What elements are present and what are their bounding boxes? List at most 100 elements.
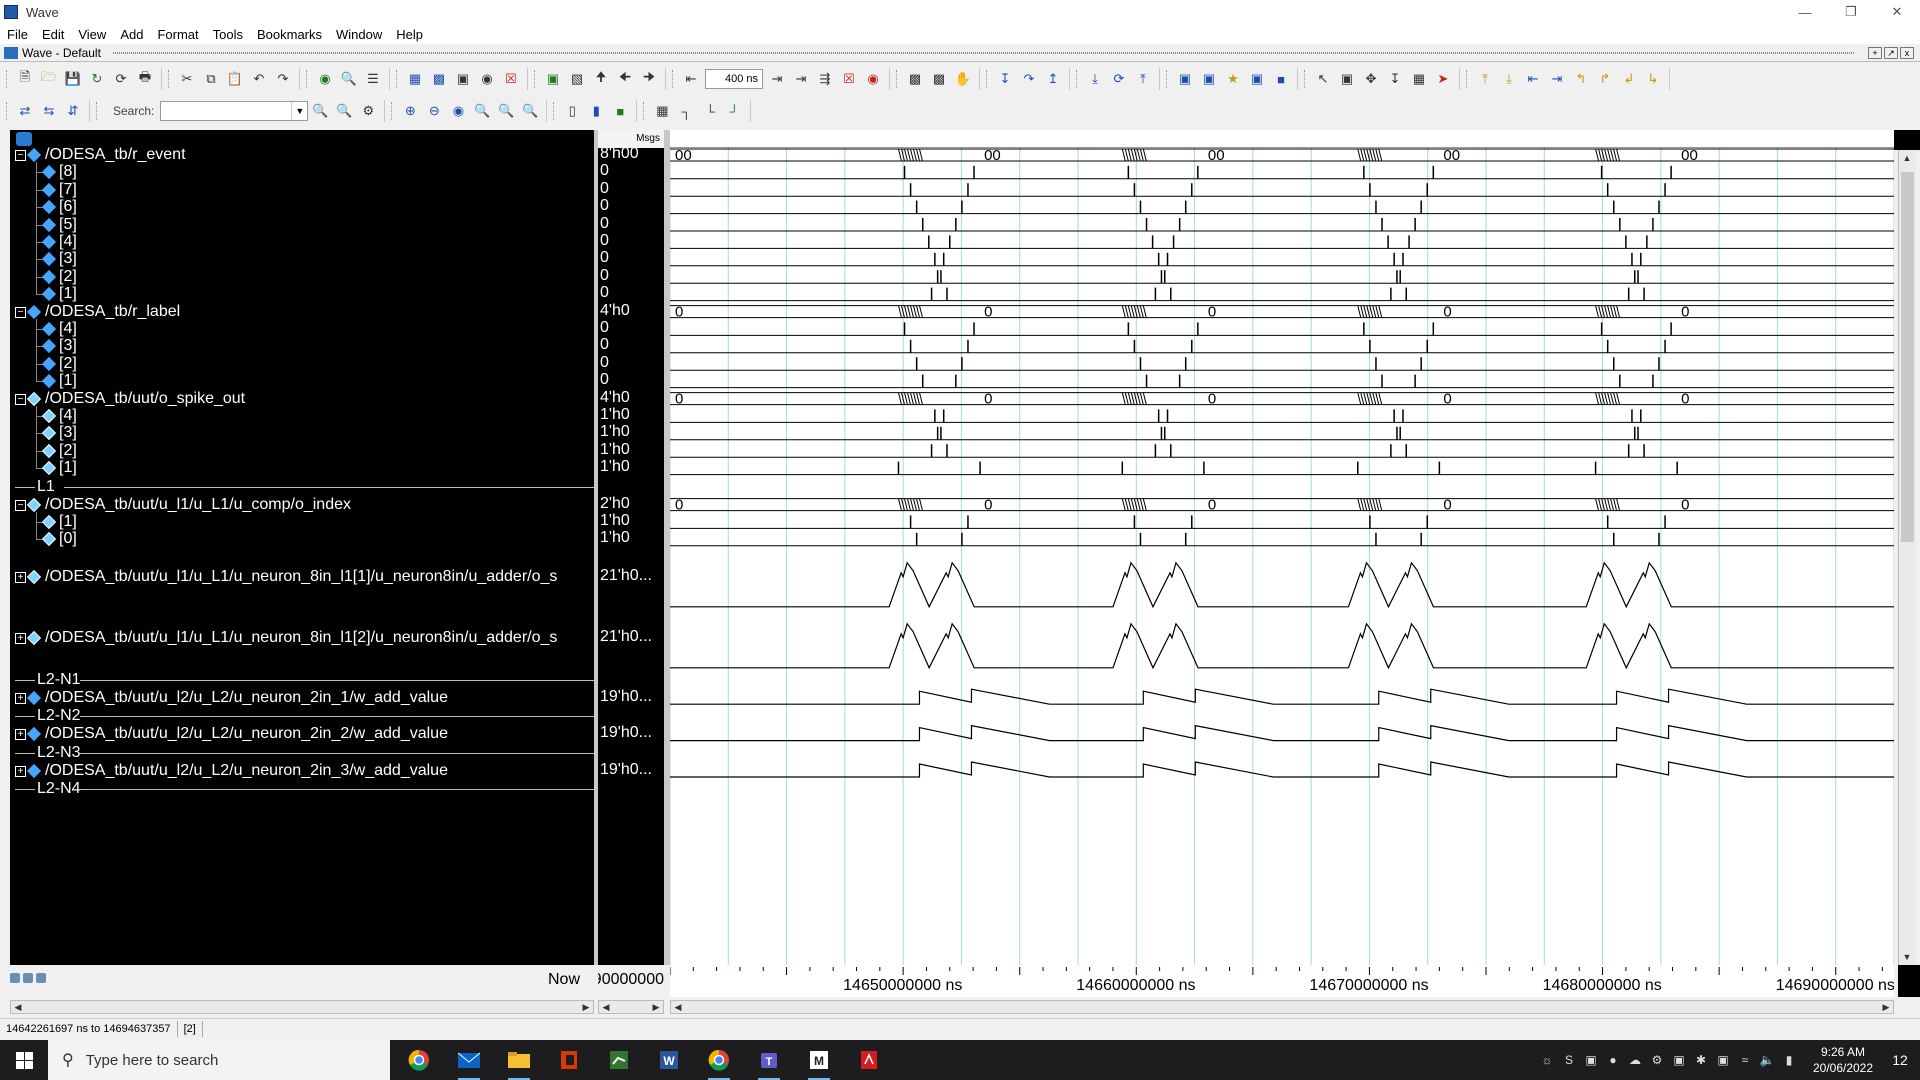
tray-app-4-icon[interactable]: ▣ (1668, 1053, 1690, 1067)
dataflow-3-icon[interactable]: ★ (1223, 69, 1243, 89)
run-icon-2[interactable]: ⇥ (767, 69, 787, 89)
menu-file[interactable]: File (0, 27, 35, 42)
battery-icon[interactable]: ▮ (1778, 1053, 1800, 1067)
filter-icon[interactable]: ☰ (363, 69, 383, 89)
file-explorer-icon[interactable] (496, 1044, 542, 1080)
scroll-down-icon[interactable]: ▼ (1899, 949, 1915, 965)
forward-arrow-icon[interactable]: 🠊 (639, 69, 659, 89)
stop-icon[interactable]: ☒ (501, 69, 521, 89)
break-run-icon[interactable]: ☒ (839, 69, 859, 89)
new-file-icon[interactable]: 🗎 (15, 69, 35, 89)
cursor-icon-3[interactable] (36, 973, 46, 983)
bluetooth-icon[interactable]: ✱ (1690, 1053, 1712, 1067)
expand-plus-icon[interactable]: + (15, 692, 26, 704)
debug-1-icon[interactable]: ⤓ (1085, 69, 1105, 89)
zoom-in-icon[interactable]: ⊕ (400, 101, 420, 121)
bookmark-next-icon[interactable]: ⇆ (39, 101, 59, 121)
signal-row[interactable]: + /ODESA_tb/uut/u_l1/u_L1/u_neuron_8in_l1… (10, 628, 594, 649)
edge-1-icon[interactable]: ▦ (652, 101, 672, 121)
format-3-icon[interactable]: ■ (610, 101, 630, 121)
stop-run-icon[interactable]: ◉ (863, 69, 883, 89)
search-options-icon[interactable]: ⚙ (358, 101, 378, 121)
search-dropdown-icon[interactable]: ▼ (291, 102, 307, 120)
names-hscroll[interactable]: ◀ ▶ (10, 1000, 594, 1014)
menu-help[interactable]: Help (389, 27, 430, 42)
undo-icon[interactable]: ↶ (249, 69, 269, 89)
zoom-cursor-icon[interactable]: 🔍 (472, 101, 492, 121)
values-hscroll[interactable]: ◀ ▶ (598, 1000, 664, 1014)
dataflow-4-icon[interactable]: ▣ (1247, 69, 1267, 89)
pane-drag-grip[interactable] (112, 51, 1854, 54)
waveform-pane[interactable]: 00 00 00 00 00 0 0 0 0 0 0 0 0 0 0 0 0 0 0 0 (670, 130, 1894, 965)
minimize-button[interactable]: — (1782, 0, 1828, 24)
continue-icon[interactable]: ⇥ (791, 69, 811, 89)
copy-icon[interactable]: ⧉ (201, 69, 221, 89)
menu-tools[interactable]: Tools (206, 27, 250, 42)
step-icon[interactable]: ▩ (929, 69, 949, 89)
signal-row[interactable]: + /ODESA_tb/uut/u_l1/u_L1/u_neuron_8in_l1… (10, 567, 594, 588)
step-into-icon[interactable]: ↧ (995, 69, 1015, 89)
people-icon[interactable]: ☼ (1536, 1053, 1558, 1067)
redo-icon[interactable]: ↷ (273, 69, 293, 89)
collapse-minus-icon[interactable]: − (15, 306, 26, 318)
step-over-icon[interactable]: ↷ (1019, 69, 1039, 89)
simulate-icon[interactable]: ▣ (453, 69, 473, 89)
modelsim-icon[interactable]: M (796, 1044, 842, 1080)
run-length-field[interactable]: 400 ns (705, 69, 763, 89)
bookmark-add-icon[interactable]: ⇵ (63, 101, 83, 121)
restart-icon[interactable]: ⇤ (681, 69, 701, 89)
menu-bookmarks[interactable]: Bookmarks (250, 27, 329, 42)
select-mode-icon[interactable]: ↖ (1313, 69, 1333, 89)
next-edge-icon[interactable]: ⇥ (1547, 69, 1567, 89)
back-arrow-icon[interactable]: 🠈 (615, 69, 635, 89)
notifications-icon[interactable]: 12 (1880, 1052, 1920, 1068)
close-button[interactable]: ✕ (1874, 0, 1920, 24)
pane-expand-button[interactable]: + (1868, 46, 1882, 59)
open-folder-icon[interactable]: 🗁 (39, 69, 59, 89)
menu-window[interactable]: Window (329, 27, 389, 42)
search-input[interactable]: ▼ (160, 101, 309, 121)
dataflow-1-icon[interactable]: ▣ (1175, 69, 1195, 89)
unlock-cursor-icon[interactable]: ↳ (1643, 69, 1663, 89)
edge-3-icon[interactable]: └ (700, 101, 720, 121)
expand-plus-icon[interactable]: + (15, 729, 26, 741)
values-scroll-left-icon[interactable]: ◀ (599, 1001, 613, 1013)
find-icon[interactable]: 🔍 (339, 69, 359, 89)
zoom-out-icon[interactable]: ⊖ (424, 101, 444, 121)
start-button[interactable] (0, 1040, 48, 1080)
signal-row[interactable]: [0] (10, 529, 594, 550)
menu-add[interactable]: Add (113, 27, 150, 42)
lock-cursor-icon[interactable]: ↲ (1619, 69, 1639, 89)
waveform-canvas[interactable]: 00 00 00 00 000 0 0 0 00 0 0 0 00 0 0 0 0 (670, 148, 1894, 965)
search-prev-icon[interactable]: 🔍 (310, 101, 330, 121)
scroll-thumb[interactable] (1901, 172, 1914, 542)
menu-edit[interactable]: Edit (35, 27, 71, 42)
run-icon[interactable]: ◉ (315, 69, 335, 89)
restore-button[interactable]: ❐ (1828, 0, 1874, 24)
menu-view[interactable]: View (71, 27, 113, 42)
format-1-icon[interactable]: ▯ (562, 101, 582, 121)
pane-undock-button[interactable]: ↗ (1884, 46, 1898, 59)
tray-app-3-icon[interactable]: ⚙ (1646, 1053, 1668, 1067)
clock[interactable]: 9:26 AM 20/06/2022 (1806, 1044, 1880, 1076)
names-scroll-right-icon[interactable]: ▶ (579, 1001, 593, 1013)
hand-icon[interactable]: ✋ (953, 69, 973, 89)
stretch-mode-icon[interactable]: ▦ (1409, 69, 1429, 89)
refresh-icon[interactable]: ⟳ (111, 69, 131, 89)
zoom-mode-icon[interactable]: ▣ (1337, 69, 1357, 89)
paste-icon[interactable]: 📋 (225, 69, 245, 89)
cursor-icon-1[interactable] (10, 973, 20, 983)
reload-icon[interactable]: ↻ (87, 69, 107, 89)
teams-icon[interactable]: T (746, 1044, 792, 1080)
pan-mode-icon[interactable]: ✥ (1361, 69, 1381, 89)
chrome-icon[interactable] (396, 1044, 442, 1076)
waves-scroll-left-icon[interactable]: ◀ (671, 1001, 685, 1013)
collapse-minus-icon[interactable]: − (15, 150, 26, 161)
waves-scroll-right-icon[interactable]: ▶ (1879, 1001, 1893, 1013)
debug-3-icon[interactable]: ⤒ (1133, 69, 1153, 89)
names-scroll-left-icon[interactable]: ◀ (11, 1001, 25, 1013)
expand-plus-icon[interactable]: + (15, 632, 26, 644)
volume-icon[interactable]: 🔈 (1756, 1053, 1778, 1067)
skype-icon[interactable]: S (1558, 1053, 1580, 1067)
show-drivers-icon[interactable]: ➤ (1433, 69, 1453, 89)
